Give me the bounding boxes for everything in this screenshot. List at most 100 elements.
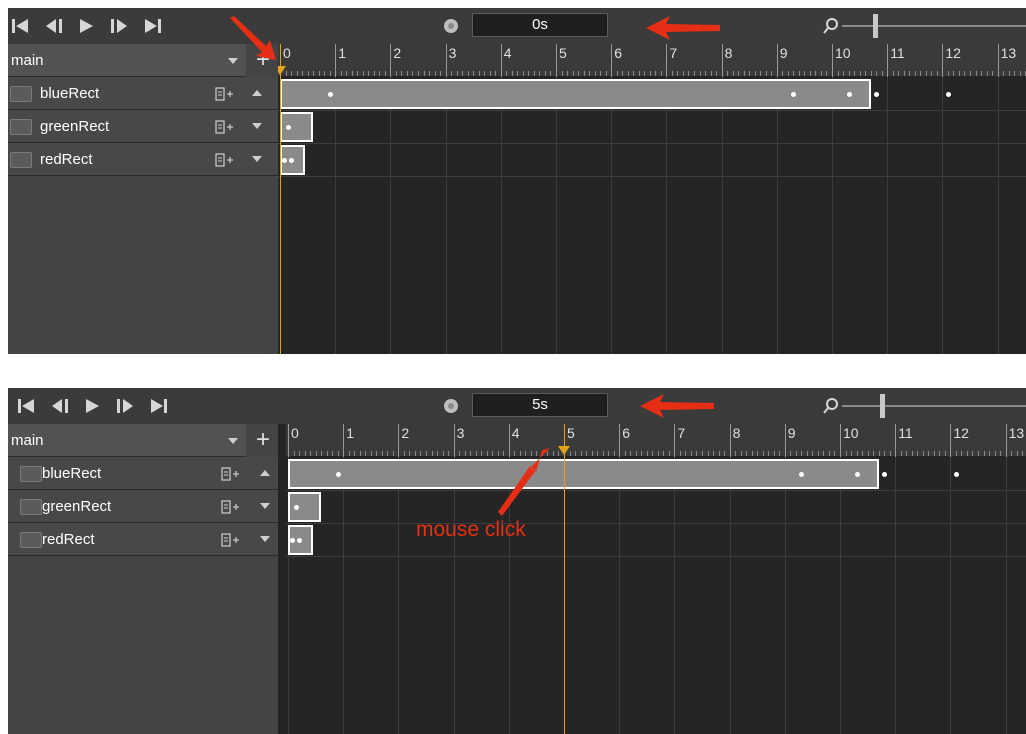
keyframe-dot[interactable]: [874, 92, 880, 97]
keyframe-dot[interactable]: [882, 472, 888, 477]
keyframe-dot[interactable]: [335, 472, 341, 477]
grid-line: [832, 77, 833, 354]
expand-track-icon[interactable]: [260, 536, 270, 542]
timeline-area[interactable]: 0 1 2 3 4 5 6 7 8 9 10 11 12 13: [286, 424, 1026, 734]
add-keyframe-icon[interactable]: [214, 86, 234, 102]
add-track-button[interactable]: +: [250, 427, 276, 453]
record-icon[interactable]: [444, 399, 458, 413]
track-row-greenrect[interactable]: greenRect: [8, 110, 278, 143]
ruler-major-tick: [335, 44, 337, 77]
row-separator: [286, 556, 1026, 557]
time-ruler[interactable]: 0 1 2 3 4 5 6 7 8 9 10 11 12 13: [286, 424, 1026, 457]
add-keyframe-icon[interactable]: [220, 466, 240, 482]
add-keyframe-icon[interactable]: [214, 119, 234, 135]
scene-dropdown[interactable]: main: [8, 424, 246, 457]
expand-track-icon[interactable]: [260, 503, 270, 509]
add-keyframe-icon[interactable]: [214, 152, 234, 168]
add-keyframe-icon[interactable]: [220, 499, 240, 515]
playhead-marker[interactable]: [278, 66, 286, 75]
time-display[interactable]: 5s: [472, 393, 608, 417]
track-visibility-checkbox[interactable]: [10, 119, 32, 135]
expand-track-icon[interactable]: [252, 123, 262, 129]
time-display[interactable]: 0s: [472, 13, 608, 37]
playhead-marker[interactable]: [558, 446, 570, 455]
keyframe-dot[interactable]: [854, 472, 860, 477]
timeline-panel-top: 0s main + blueRect greenRect redRect 0 1…: [8, 8, 1026, 354]
collapse-track-icon[interactable]: [252, 90, 262, 96]
play-icon[interactable]: [76, 17, 98, 35]
track-visibility-checkbox[interactable]: [20, 499, 42, 515]
track-visibility-checkbox[interactable]: [10, 152, 32, 168]
ruler-minor-tick: [495, 71, 497, 76]
ruler-minor-tick: [795, 451, 797, 456]
ruler-minor-tick: [779, 451, 781, 456]
skip-to-start-icon[interactable]: [16, 397, 38, 415]
zoom-slider-track[interactable]: [842, 25, 1026, 27]
clip-greenrect[interactable]: [288, 492, 322, 522]
add-track-button[interactable]: +: [250, 47, 276, 73]
ruler-minor-tick: [878, 451, 880, 456]
track-row-redrect[interactable]: redRect: [8, 143, 278, 176]
scene-dropdown[interactable]: main: [8, 44, 246, 77]
grid-line: [887, 77, 889, 354]
step-back-icon[interactable]: [50, 397, 72, 415]
zoom-slider-thumb[interactable]: [880, 394, 885, 418]
track-row-bluerect[interactable]: blueRect: [8, 77, 278, 110]
grid-line: [445, 77, 447, 354]
ruler-minor-tick: [989, 451, 991, 456]
row-separator: [286, 523, 1026, 524]
ruler-tick-label: 10: [835, 45, 851, 61]
ruler-major-tick: [343, 424, 345, 457]
ruler-minor-tick: [473, 71, 475, 76]
playhead[interactable]: [280, 44, 281, 354]
step-forward-icon[interactable]: [114, 397, 136, 415]
ruler-major-tick: [784, 424, 786, 457]
play-icon[interactable]: [82, 397, 104, 415]
ruler-minor-tick: [889, 451, 891, 456]
skip-to-start-icon[interactable]: [10, 17, 32, 35]
time-ruler[interactable]: 0 1 2 3 4 5 6 7 8 9 10 11 12 13: [278, 44, 1026, 77]
track-row-bluerect[interactable]: blueRect: [8, 457, 278, 490]
track-visibility-checkbox[interactable]: [20, 532, 42, 548]
track-visibility-checkbox[interactable]: [10, 86, 32, 102]
timeline-area[interactable]: 0 1 2 3 4 5 6 7 8 9 10 11 12 13: [278, 44, 1026, 354]
ruler-minor-tick: [440, 71, 442, 76]
keyframe-dot[interactable]: [327, 92, 333, 97]
ruler-minor-tick: [627, 71, 629, 76]
ruler-minor-tick: [340, 71, 342, 76]
ruler-minor-tick: [486, 451, 488, 456]
keyframe-dot[interactable]: [297, 538, 303, 543]
track-row-greenrect[interactable]: greenRect: [8, 490, 278, 523]
keyframe-dot[interactable]: [846, 92, 852, 97]
ruler-major-tick: [942, 44, 944, 77]
ruler-minor-tick: [357, 71, 359, 76]
skip-to-end-icon[interactable]: [142, 17, 164, 35]
step-back-icon[interactable]: [44, 17, 66, 35]
ruler-minor-tick: [613, 451, 615, 456]
track-visibility-checkbox[interactable]: [20, 466, 42, 482]
keyframe-dot[interactable]: [945, 92, 951, 97]
record-icon[interactable]: [444, 19, 458, 33]
track-name: greenRect: [40, 118, 110, 135]
step-forward-icon[interactable]: [108, 17, 130, 35]
expand-track-icon[interactable]: [252, 156, 262, 162]
playhead[interactable]: [564, 424, 565, 734]
clip-greenrect[interactable]: [280, 112, 314, 142]
keyframe-dot[interactable]: [953, 472, 959, 477]
ruler-minor-tick: [892, 71, 894, 76]
ruler-minor-tick: [633, 71, 635, 76]
ruler-minor-tick: [917, 451, 919, 456]
add-keyframe-icon[interactable]: [220, 532, 240, 548]
collapse-track-icon[interactable]: [260, 470, 270, 476]
ruler-minor-tick: [668, 451, 670, 456]
clip-bluerect[interactable]: [288, 459, 879, 489]
track-row-redrect[interactable]: redRect: [8, 523, 278, 556]
ruler-minor-tick: [362, 71, 364, 76]
keyframe-dot[interactable]: [289, 158, 295, 163]
skip-to-end-icon[interactable]: [148, 397, 170, 415]
ruler-minor-tick: [373, 71, 375, 76]
ruler-minor-tick: [652, 451, 654, 456]
zoom-slider-thumb[interactable]: [873, 14, 878, 38]
clip-bluerect[interactable]: [280, 79, 871, 109]
zoom-slider-track[interactable]: [842, 405, 1026, 407]
